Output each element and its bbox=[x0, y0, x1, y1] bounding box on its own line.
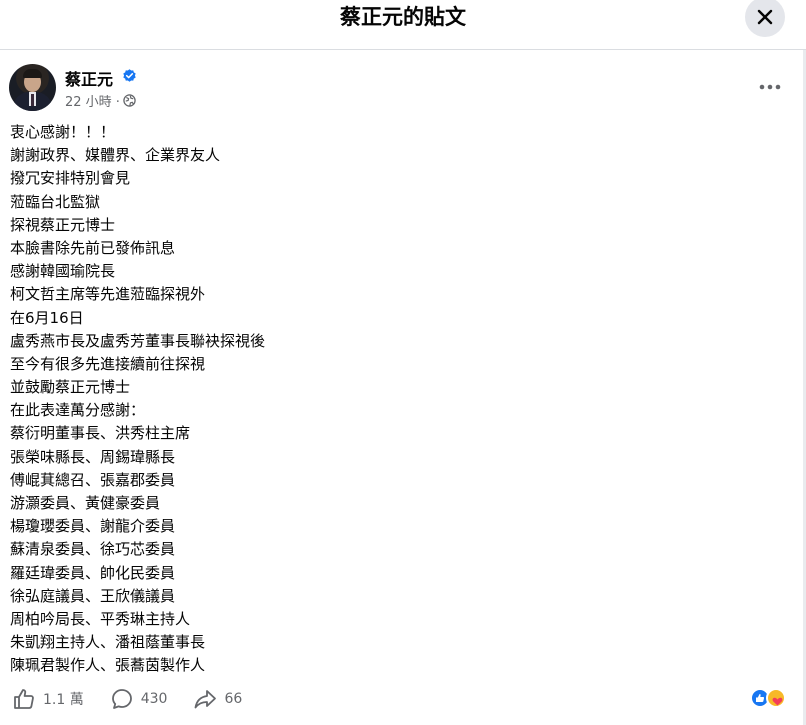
post-line: 陳珮君製作人、張蕎茵製作人 bbox=[10, 656, 206, 675]
post-line: 探視蔡正元博士 bbox=[10, 215, 116, 234]
post-line: 感謝韓國瑜院長 bbox=[10, 262, 116, 281]
share-button[interactable]: 66 bbox=[193, 687, 242, 711]
author-name[interactable]: 蔡正元 bbox=[65, 66, 113, 90]
like-icon bbox=[14, 689, 34, 709]
post-meta: 22 小時 · bbox=[65, 91, 136, 110]
post-line: 楊瓊瓔委員、謝龍介委員 bbox=[10, 517, 176, 536]
post-line: 在此表達萬分感謝： bbox=[10, 401, 146, 420]
globe-icon bbox=[123, 94, 136, 107]
post-line: 盧秀燕市長及盧秀芳董事長聯袂探視後 bbox=[10, 331, 266, 350]
post-body: 衷心感謝！！！ 謝謝政界、媒體界、企業界友人 撥冗安排特別會見 蒞臨台北監獄 探… bbox=[10, 121, 770, 678]
comment-count: 430 bbox=[140, 691, 168, 707]
reaction-summary[interactable] bbox=[750, 687, 792, 709]
post-actions: 1.1 萬 430 66 bbox=[12, 686, 268, 712]
dialog-title: 蔡正元的貼文 bbox=[340, 5, 466, 29]
post-line: 撥冗安排特別會見 bbox=[10, 169, 131, 188]
post-line: 徐弘庭議員、王欣儀議員 bbox=[10, 586, 176, 605]
post-time[interactable]: 22 小時 · bbox=[65, 91, 120, 110]
post-line: 蔡衍明董事長、洪秀柱主席 bbox=[10, 424, 191, 443]
post-line: 蒞臨台北監獄 bbox=[10, 192, 101, 211]
post-line: 蘇清泉委員、徐巧芯委員 bbox=[10, 540, 176, 559]
comment-icon bbox=[111, 689, 132, 709]
post-line: 至今有很多先進接續前往探視 bbox=[10, 354, 206, 373]
post-line: 謝謝政界、媒體界、企業界友人 bbox=[10, 146, 221, 165]
dialog-header: 蔡正元的貼文 bbox=[0, 0, 806, 50]
post-line: 並鼓勵蔡正元博士 bbox=[10, 378, 131, 397]
post-line: 柯文哲主席等先進蒞臨探視外 bbox=[10, 285, 206, 304]
post-line: 張榮味縣長、周錫瑋縣長 bbox=[10, 447, 176, 466]
more-icon bbox=[759, 84, 781, 90]
post-line: 傅崐萁總召、張嘉郡委員 bbox=[10, 470, 176, 489]
post-line: 朱凱翔主持人、潘祖蔭董事長 bbox=[10, 633, 206, 652]
share-icon bbox=[195, 690, 217, 709]
more-options-button[interactable] bbox=[756, 79, 784, 95]
close-icon bbox=[757, 9, 773, 25]
care-reaction-icon bbox=[766, 688, 786, 708]
comment-button[interactable]: 430 bbox=[110, 687, 168, 711]
verified-badge-icon bbox=[123, 69, 136, 82]
share-count: 66 bbox=[224, 691, 243, 707]
like-count: 1.1 萬 bbox=[43, 692, 84, 708]
post-line: 游灝委員、黃健豪委員 bbox=[10, 494, 161, 512]
like-button[interactable]: 1.1 萬 bbox=[12, 687, 84, 711]
post-line: 周柏吟局長、平秀琳主持人 bbox=[10, 609, 191, 628]
post-line: 衷心感謝！！！ bbox=[10, 123, 116, 141]
post-line: 羅廷瑋委員、帥化民委員 bbox=[10, 563, 176, 582]
post-line: 本臉書除先前已發佈訊息 bbox=[10, 238, 176, 257]
post-line: 在6月16日 bbox=[10, 308, 84, 327]
avatar[interactable] bbox=[9, 64, 56, 111]
